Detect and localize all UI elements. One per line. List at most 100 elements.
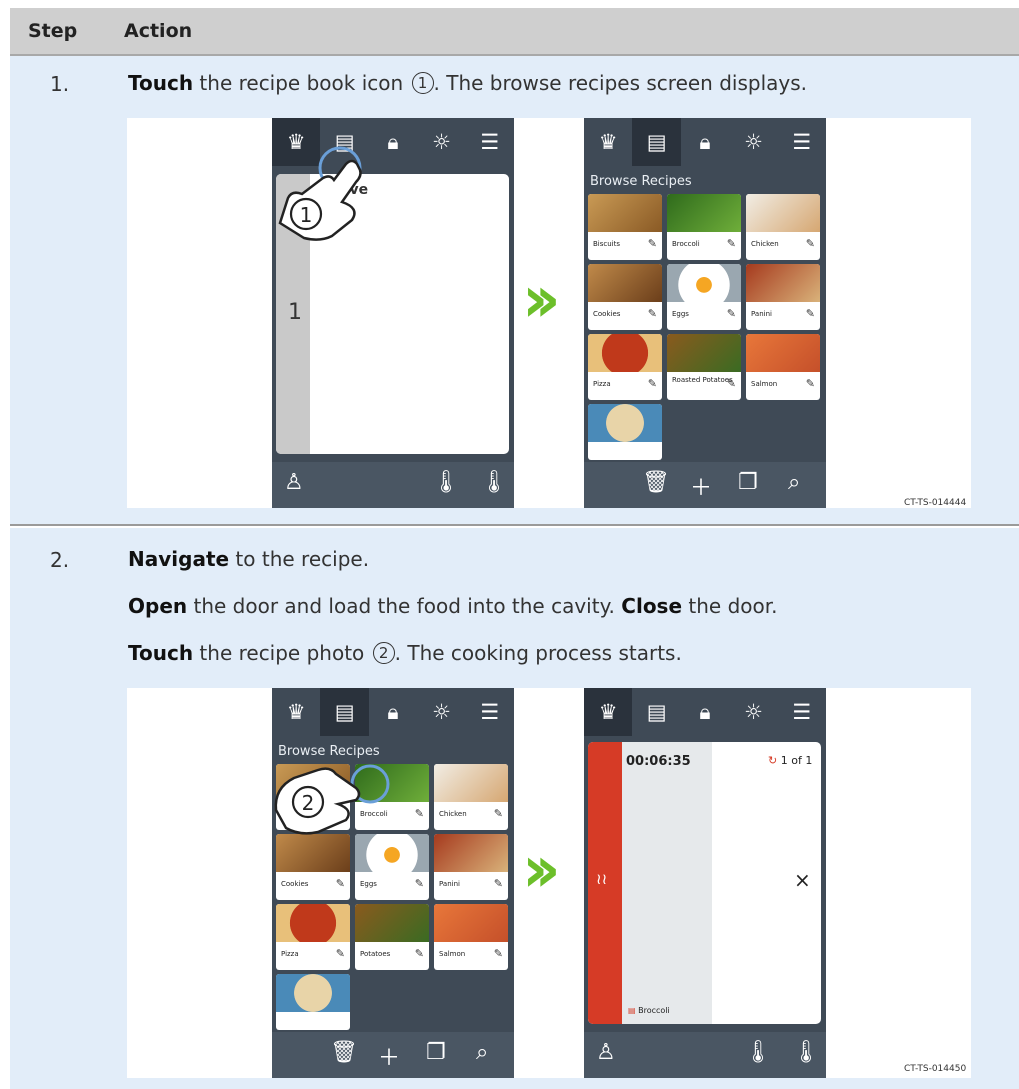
recipe-card[interactable]: Chicken ✎ [434, 764, 508, 830]
plus-icon[interactable]: ＋ [690, 470, 712, 502]
recipe-photo[interactable] [746, 194, 820, 232]
edit-icon[interactable]: ✎ [494, 807, 503, 820]
recipe-card[interactable]: Panini ✎ [434, 834, 508, 900]
lock-icon[interactable]: 🔒︎ [681, 688, 729, 736]
probe-temp-icon[interactable]: 🌡︎ [744, 1040, 772, 1065]
instruction-text: the recipe photo [193, 641, 371, 665]
instruction-verb: Navigate [128, 547, 230, 571]
menu-icon[interactable]: ☰ [778, 688, 826, 736]
recipe-card[interactable]: Eggs ✎ [667, 264, 741, 330]
edit-icon[interactable]: ✎ [806, 307, 815, 320]
edit-icon[interactable]: ✎ [727, 377, 736, 390]
brightness-icon[interactable]: ☼ [417, 118, 465, 166]
search-icon[interactable]: ⌕ [788, 470, 800, 495]
recipe-book-icon[interactable]: ▤ [632, 118, 681, 166]
device-screen-left: ♛ ▤ 🔒︎ ☼ ☰ Browse Recipes Broccoli ✎ Chic… [272, 688, 514, 1078]
copy-icon[interactable]: ❐ [738, 470, 758, 495]
search-icon[interactable]: ⌕ [476, 1040, 488, 1065]
recipe-card[interactable] [276, 974, 350, 1030]
recipe-book-icon[interactable]: ▤ [632, 688, 680, 736]
trash-icon[interactable]: 🗑︎ [642, 470, 670, 495]
menu-icon[interactable]: ☰ [466, 118, 514, 166]
edit-icon[interactable]: ✎ [415, 947, 424, 960]
chef-hat-icon[interactable]: ♛ [584, 688, 633, 736]
top-toolbar: ♛ ▤ 🔒︎ ☼ ☰ [272, 688, 514, 736]
edit-icon[interactable]: ✎ [648, 237, 657, 250]
edit-icon[interactable]: ✎ [336, 877, 345, 890]
recipe-card[interactable]: Salmon ✎ [434, 904, 508, 970]
edit-icon[interactable]: ✎ [648, 307, 657, 320]
recipe-label: Cookies [593, 310, 621, 318]
lock-icon[interactable]: 🔒︎ [369, 688, 417, 736]
menu-icon[interactable]: ☰ [466, 688, 514, 736]
recipe-photo[interactable] [276, 974, 350, 1012]
recipe-photo[interactable] [588, 334, 662, 372]
edit-icon[interactable]: ✎ [336, 947, 345, 960]
recipe-photo[interactable] [667, 264, 741, 302]
probe-temp-icon[interactable]: 🌡︎ [432, 470, 460, 495]
recipe-photo[interactable] [276, 834, 350, 872]
chef-hat-icon[interactable]: ♛ [584, 118, 632, 166]
svg-text:2: 2 [302, 791, 315, 815]
menu-icon[interactable]: ☰ [778, 118, 826, 166]
edit-icon[interactable]: ✎ [806, 237, 815, 250]
recipe-photo[interactable] [746, 264, 820, 302]
instruction-verb: Close [621, 594, 683, 618]
recipe-card[interactable]: Chicken ✎ [746, 194, 820, 260]
recipe-book-icon[interactable]: ▤ [320, 688, 369, 736]
edit-icon[interactable]: ✎ [415, 877, 424, 890]
top-toolbar: ♛ ▤ 🔒︎ ☼ ☰ [584, 118, 826, 166]
figure: ♛ ▤ 🔒︎ ☼ ☰ 1 tive ♙ 🌡︎ 🌡︎ 1 ›› ♛ ▤ 🔒︎ ☼ … [127, 118, 971, 508]
recipe-card[interactable]: Potatoes ✎ [355, 904, 429, 970]
recipe-photo[interactable] [434, 834, 508, 872]
instruction-verb: Touch [128, 641, 194, 665]
next-arrow-icon: ›› [522, 263, 561, 337]
recipe-photo[interactable] [667, 334, 741, 372]
recipe-photo[interactable] [355, 904, 429, 942]
recipe-photo[interactable] [355, 834, 429, 872]
recipe-card[interactable]: Roasted Potatoes ✎ [667, 334, 741, 400]
instruction-text: the door. [682, 594, 778, 618]
edit-icon[interactable]: ✎ [727, 237, 736, 250]
user-icon[interactable]: ♙ [284, 470, 304, 495]
edit-icon[interactable]: ✎ [415, 807, 424, 820]
user-icon[interactable]: ♙ [596, 1040, 616, 1065]
close-icon[interactable]: × [794, 868, 811, 892]
trash-icon[interactable]: 🗑︎ [330, 1040, 358, 1065]
recipe-photo[interactable] [588, 404, 662, 442]
edit-icon[interactable]: ✎ [727, 307, 736, 320]
recipe-card[interactable]: Eggs ✎ [355, 834, 429, 900]
svg-text:1: 1 [300, 203, 313, 227]
copy-icon[interactable]: ❐ [426, 1040, 446, 1065]
lock-icon[interactable]: 🔒︎ [681, 118, 729, 166]
edit-icon[interactable]: ✎ [648, 377, 657, 390]
recipe-card[interactable]: Cookies ✎ [276, 834, 350, 900]
recipe-photo[interactable] [746, 334, 820, 372]
recipe-photo[interactable] [588, 194, 662, 232]
recipe-card[interactable]: Pizza ✎ [588, 334, 662, 400]
edit-icon[interactable]: ✎ [494, 947, 503, 960]
edit-icon[interactable]: ✎ [806, 377, 815, 390]
temperature-icon[interactable]: 🌡︎ [792, 1040, 820, 1065]
recipe-card[interactable] [588, 404, 662, 460]
recipe-photo[interactable] [588, 264, 662, 302]
temperature-icon[interactable]: 🌡︎ [480, 470, 508, 495]
recipe-card[interactable]: Salmon ✎ [746, 334, 820, 400]
brightness-icon[interactable]: ☼ [729, 688, 777, 736]
recipe-card[interactable]: Broccoli ✎ [667, 194, 741, 260]
brightness-icon[interactable]: ☼ [729, 118, 777, 166]
recipe-photo[interactable] [434, 764, 508, 802]
recipe-photo[interactable] [434, 904, 508, 942]
recipe-card[interactable]: Pizza ✎ [276, 904, 350, 970]
action-column-header: Action [124, 20, 193, 42]
chef-hat-icon[interactable]: ♛ [272, 688, 320, 736]
recipe-card[interactable]: Panini ✎ [746, 264, 820, 330]
plus-icon[interactable]: ＋ [378, 1040, 400, 1072]
recipe-card[interactable]: Cookies ✎ [588, 264, 662, 330]
recipe-photo[interactable] [667, 194, 741, 232]
brightness-icon[interactable]: ☼ [417, 688, 465, 736]
recipe-photo[interactable] [276, 904, 350, 942]
edit-icon[interactable]: ✎ [494, 877, 503, 890]
recipe-card[interactable]: Biscuits ✎ [588, 194, 662, 260]
cook-timer: 00:06:35 [626, 754, 691, 769]
